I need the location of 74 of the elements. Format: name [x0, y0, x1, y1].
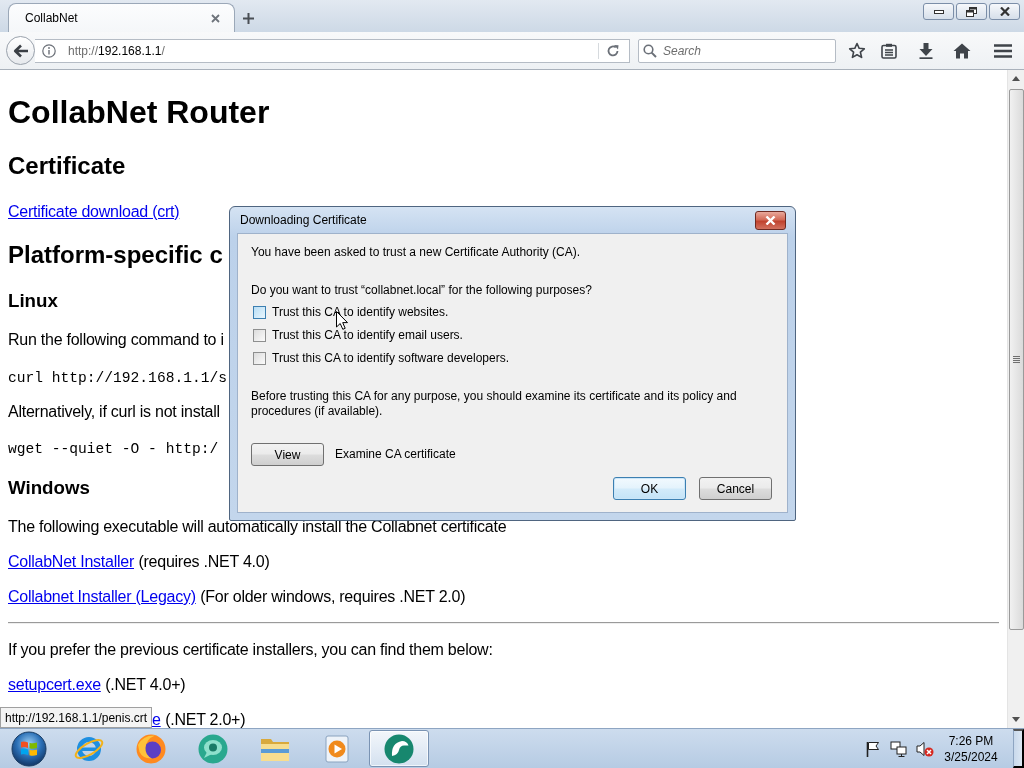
new-tab-icon[interactable]	[243, 13, 254, 24]
download-link[interactable]: Collabnet Installer (Legacy)	[8, 587, 196, 605]
checkbox[interactable]	[253, 352, 266, 365]
paragraph-text: Run the following command to i	[8, 330, 224, 350]
crescent-disc-icon	[383, 732, 415, 765]
subsection-heading: Linux	[8, 290, 58, 313]
dialog-title: Downloading Certificate	[240, 213, 368, 227]
bookmark-star-icon[interactable]	[848, 41, 866, 60]
speech-bubble-icon	[197, 732, 229, 765]
requirement-text: (.NET 4.0+)	[105, 675, 186, 693]
download-icon[interactable]	[919, 42, 933, 59]
checkbox-label: Trust this CA to identify email users.	[272, 328, 463, 343]
command-text: curl http://192.168.1.1/s	[8, 369, 227, 386]
ok-button[interactable]: OK	[613, 477, 686, 500]
dialog-message: Before trusting this CA for any purpose, you should examine its certificate and its policy and procedures (if available).	[251, 389, 738, 419]
search-field[interactable]: Search	[638, 38, 836, 63]
paragraph-text: Alternatively, if curl is not install	[8, 401, 220, 421]
minimize-icon	[933, 9, 944, 14]
back-button[interactable]	[6, 36, 35, 65]
search-icon	[643, 43, 657, 58]
link-url-tooltip: http://192.168.1.1/penis.crt	[0, 707, 153, 728]
checkbox[interactable]	[253, 306, 266, 319]
paragraph-text: The following executable will automatically install the Collabnet certificate	[8, 516, 507, 536]
scroll-down-icon[interactable]	[1012, 717, 1020, 722]
reading-list-icon[interactable]	[881, 42, 897, 59]
url-text: http://192.168.1.1/	[68, 43, 165, 58]
requirement-text: (.NET 2.0+)	[165, 710, 246, 728]
reload-icon[interactable]	[606, 43, 620, 58]
address-bar[interactable]: http://192.168.1.1/	[35, 38, 630, 63]
checkbox[interactable]	[253, 329, 266, 342]
section-heading: Certificate	[8, 152, 126, 181]
restore-icon	[966, 6, 977, 17]
checkbox-label: Trust this CA to identify software developers.	[272, 351, 509, 366]
requirement-text: (requires .NET 4.0)	[138, 552, 270, 570]
scrollbar-thumb[interactable]	[1008, 89, 1024, 630]
taskbar-button[interactable]	[369, 730, 429, 767]
section-heading: Platform-specific c	[8, 240, 223, 269]
button-caption: Examine CA certificate	[335, 447, 456, 462]
command-text: wget --quiet -O - http:/	[8, 441, 219, 458]
paragraph-text: If you prefer the previous certificate installers, you can find them below:	[8, 639, 493, 659]
muted-speaker-icon[interactable]	[916, 740, 934, 757]
close-icon	[765, 215, 776, 225]
cancel-button[interactable]: Cancel	[699, 477, 772, 500]
dialog-message: You have been asked to trust a new Certificate Authority (CA).	[251, 245, 581, 260]
scroll-up-icon[interactable]	[1012, 76, 1020, 81]
requirement-text: (For older windows, requires .NET 2.0)	[200, 587, 466, 605]
minimize-button[interactable]	[923, 3, 954, 20]
dialog-question: Do you want to trust “collabnet.local” for the following purposes?	[251, 283, 592, 298]
network-icon[interactable]	[890, 740, 908, 757]
clock-time: 7:26 PM	[948, 732, 994, 749]
close-tab-icon[interactable]	[211, 13, 220, 23]
download-link[interactable]: Certificate download (crt)	[8, 202, 180, 220]
subsection-heading: Windows	[8, 476, 90, 499]
view-button[interactable]: View	[251, 443, 324, 466]
start-orb-icon[interactable]	[11, 730, 47, 767]
grip-lines-icon	[1012, 356, 1020, 363]
download-link[interactable]: setupcert.exe	[8, 675, 101, 693]
download-link[interactable]: CollabNet Installer	[8, 552, 134, 570]
flag-icon[interactable]	[866, 740, 880, 757]
menu-icon[interactable]	[994, 43, 1012, 58]
browser-tab[interactable]: CollabNet	[8, 3, 235, 32]
download-link[interactable]: e	[152, 710, 161, 728]
page-title: CollabNet Router	[8, 94, 270, 131]
info-icon[interactable]	[42, 43, 56, 58]
close-icon	[999, 7, 1010, 16]
show-desktop-button[interactable]	[1013, 729, 1024, 768]
flame-globe-icon	[135, 732, 167, 765]
clock-date: 3/25/2024	[944, 748, 998, 765]
close-window-button[interactable]	[989, 3, 1020, 20]
restore-button[interactable]	[956, 3, 987, 20]
dialog-close-button[interactable]	[755, 210, 786, 230]
back-arrow-icon	[12, 43, 29, 58]
vertical-scrollbar[interactable]	[1007, 70, 1024, 728]
home-icon[interactable]	[953, 42, 971, 59]
